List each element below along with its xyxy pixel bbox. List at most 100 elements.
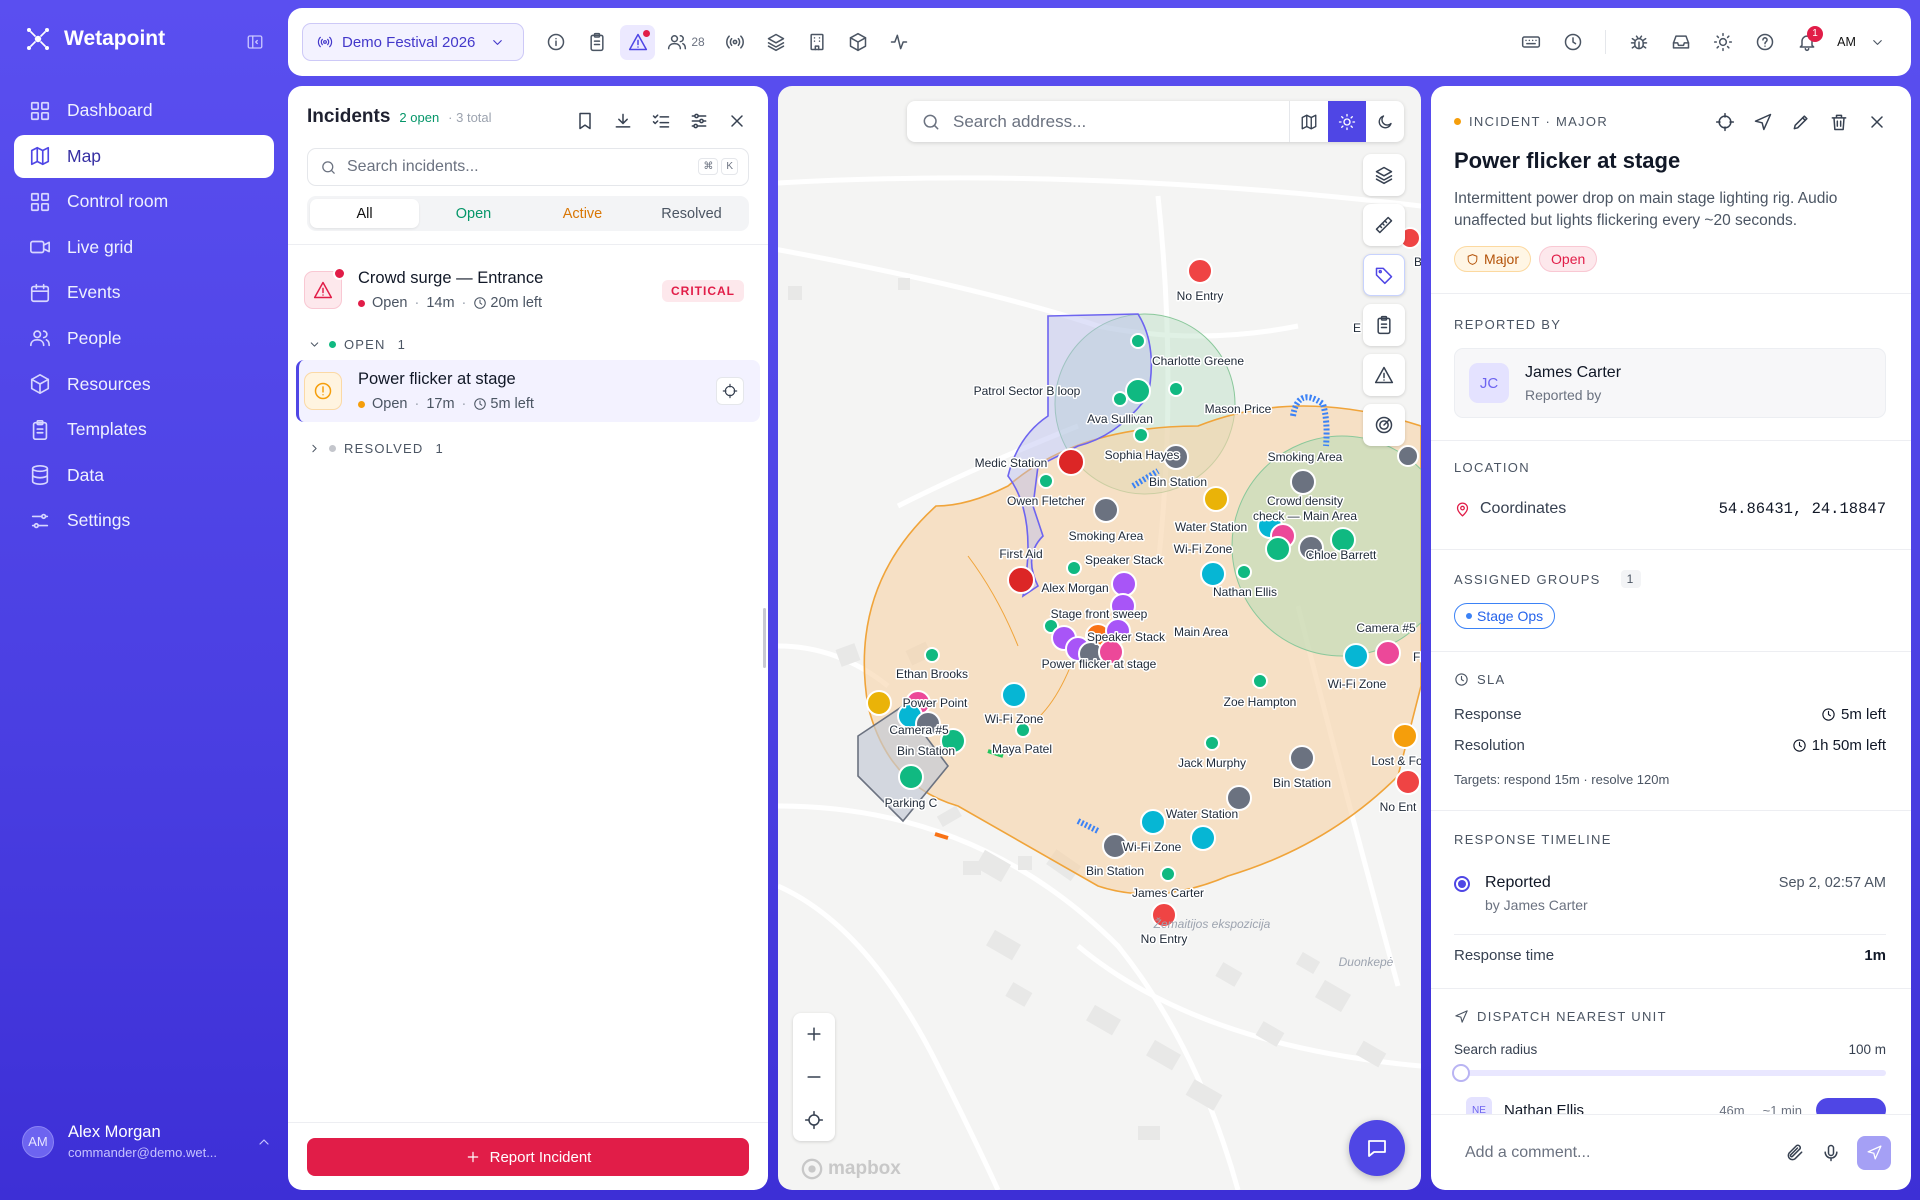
map-canvas[interactable]: No Entry Charlotte Greene Patrol Sector … (778, 86, 1421, 1190)
unit-row[interactable]: NE Nathan Ellis 46m ~1 min (1454, 1097, 1886, 1114)
group-open-toggle[interactable]: OPEN 1 (308, 337, 406, 352)
incidents-layer-button[interactable] (1363, 354, 1405, 396)
sidebar-item-resources[interactable]: Resources (14, 363, 274, 406)
bulk-select-button[interactable] (644, 104, 678, 138)
reporter-card[interactable]: JC James Carter Reported by (1454, 348, 1886, 418)
severity-badge[interactable]: Major (1454, 246, 1532, 272)
attach-icon[interactable] (1785, 1143, 1805, 1163)
locate-me-button[interactable] (804, 1110, 824, 1130)
clipboard-icon (1374, 315, 1394, 335)
tab-all[interactable]: All (310, 199, 419, 228)
sidebar-item-people[interactable]: People (14, 317, 274, 360)
keyboard-button[interactable] (1513, 25, 1548, 60)
wifi-marker-icon (1001, 682, 1027, 708)
map-label: Bin Station (897, 744, 955, 758)
sidebar-item-settings[interactable]: Settings (14, 499, 274, 542)
search-placeholder: Search address... (953, 111, 1087, 131)
sla-resolution-value: 1h 50m left (1811, 737, 1886, 754)
notifications-button[interactable]: 1 (1789, 25, 1824, 60)
tab-active[interactable]: Active (528, 199, 637, 228)
close-button[interactable] (1859, 104, 1895, 140)
locate-on-map-button[interactable] (716, 377, 744, 405)
inbox-button[interactable] (1663, 25, 1698, 60)
brand[interactable]: Wetapoint (26, 27, 165, 51)
collapse-sidebar-icon[interactable] (246, 33, 264, 51)
building-icon (807, 32, 827, 52)
incident-card-critical[interactable]: Crowd surge — Entrance Open · 14m · 20m … (304, 259, 744, 321)
divider (1431, 293, 1911, 294)
tasks-button[interactable] (1363, 304, 1405, 346)
incident-badges: Major Open (1454, 246, 1598, 272)
incidents-button[interactable] (620, 24, 655, 60)
filter-settings-button[interactable] (682, 104, 716, 138)
sidebar-item-live-grid[interactable]: Live grid (14, 226, 274, 269)
navigate-button[interactable] (1745, 104, 1781, 140)
map-style-streets-button[interactable] (1290, 101, 1328, 142)
buildings-button[interactable] (799, 25, 834, 60)
panel-resize-handle[interactable] (763, 608, 766, 668)
chat-button[interactable] (1349, 1120, 1405, 1176)
group-count: 1 (1620, 570, 1641, 588)
broadcast-button[interactable] (717, 25, 752, 60)
send-button[interactable] (1857, 1135, 1891, 1170)
map-style-light-button[interactable] (1328, 101, 1366, 142)
assigned-groups-label: ASSIGNED GROUPS (1454, 571, 1601, 587)
delete-button[interactable] (1821, 104, 1857, 140)
microphone-icon[interactable] (1821, 1143, 1841, 1163)
close-panel-button[interactable] (720, 104, 754, 138)
no-entry-marker-icon (1395, 769, 1421, 795)
theme-button[interactable] (1705, 25, 1740, 60)
account-menu[interactable]: AM (1831, 25, 1891, 60)
measure-button[interactable] (1363, 204, 1405, 246)
history-button[interactable] (1555, 25, 1590, 60)
incident-type-icon (304, 267, 346, 309)
info-button[interactable] (538, 25, 573, 60)
group-chip[interactable]: Stage Ops (1454, 603, 1556, 629)
tasks-button[interactable] (579, 25, 614, 60)
tab-resolved[interactable]: Resolved (637, 199, 746, 228)
sidebar-item-dashboard[interactable]: Dashboard (14, 89, 274, 132)
mapbox-attribution[interactable]: mapbox (801, 1158, 901, 1180)
event-selector[interactable]: Demo Festival 2026 (302, 23, 524, 61)
sidebar-item-control-room[interactable]: Control room (14, 180, 274, 223)
tab-open[interactable]: Open (419, 199, 528, 228)
export-button[interactable] (606, 104, 640, 138)
layers-button[interactable] (758, 25, 793, 60)
bookmark-button[interactable] (568, 104, 602, 138)
map-style-dark-button[interactable] (1366, 101, 1404, 142)
sidebar-item-data[interactable]: Data (14, 454, 274, 497)
clock-icon (1792, 738, 1807, 753)
help-icon (1755, 32, 1775, 52)
help-button[interactable] (1747, 25, 1782, 60)
report-incident-button[interactable]: Report Incident (307, 1138, 749, 1176)
coordinates-value[interactable]: 54.86431, 24.18847 (1719, 500, 1886, 518)
locate-button[interactable] (1707, 104, 1743, 140)
incident-title: Power flicker at stage (358, 370, 516, 388)
tag-button[interactable] (1363, 254, 1405, 296)
search-radius-slider[interactable] (1452, 1064, 1886, 1082)
people-button[interactable]: 28 (661, 25, 711, 60)
sidebar-item-map[interactable]: Map (14, 134, 274, 178)
sidebar-item-events[interactable]: Events (14, 271, 274, 314)
dispatch-button[interactable] (1816, 1098, 1886, 1114)
zoom-out-button[interactable] (804, 1067, 824, 1087)
user-menu[interactable]: AM Alex Morgan commander@demo.wet... (22, 1123, 272, 1160)
bin-marker-icon (1289, 745, 1315, 771)
layers-button[interactable] (1363, 154, 1405, 196)
sidebar-item-templates[interactable]: Templates (14, 408, 274, 451)
slider-handle[interactable] (1452, 1064, 1470, 1082)
group-resolved-toggle[interactable]: RESOLVED 1 (308, 441, 444, 456)
status-badge[interactable]: Open (1539, 246, 1598, 272)
zoom-in-button[interactable] (804, 1024, 824, 1044)
activity-button[interactable] (881, 25, 916, 60)
bug-report-button[interactable] (1621, 25, 1656, 60)
incident-card-power-flicker[interactable]: Power flicker at stage Open · 17m · 5m l… (304, 360, 744, 422)
resources-button[interactable] (840, 25, 875, 60)
search-incidents-input[interactable]: Search incidents... ⌘ K (307, 148, 749, 186)
incident-type-icon (304, 372, 342, 410)
map-view[interactable]: No Entry Charlotte Greene Patrol Sector … (778, 86, 1421, 1190)
comment-input[interactable]: Add a comment... (1465, 1144, 1785, 1162)
edit-button[interactable] (1783, 104, 1819, 140)
radar-button[interactable] (1363, 404, 1405, 446)
address-search-input[interactable]: Search address... (921, 112, 1289, 132)
